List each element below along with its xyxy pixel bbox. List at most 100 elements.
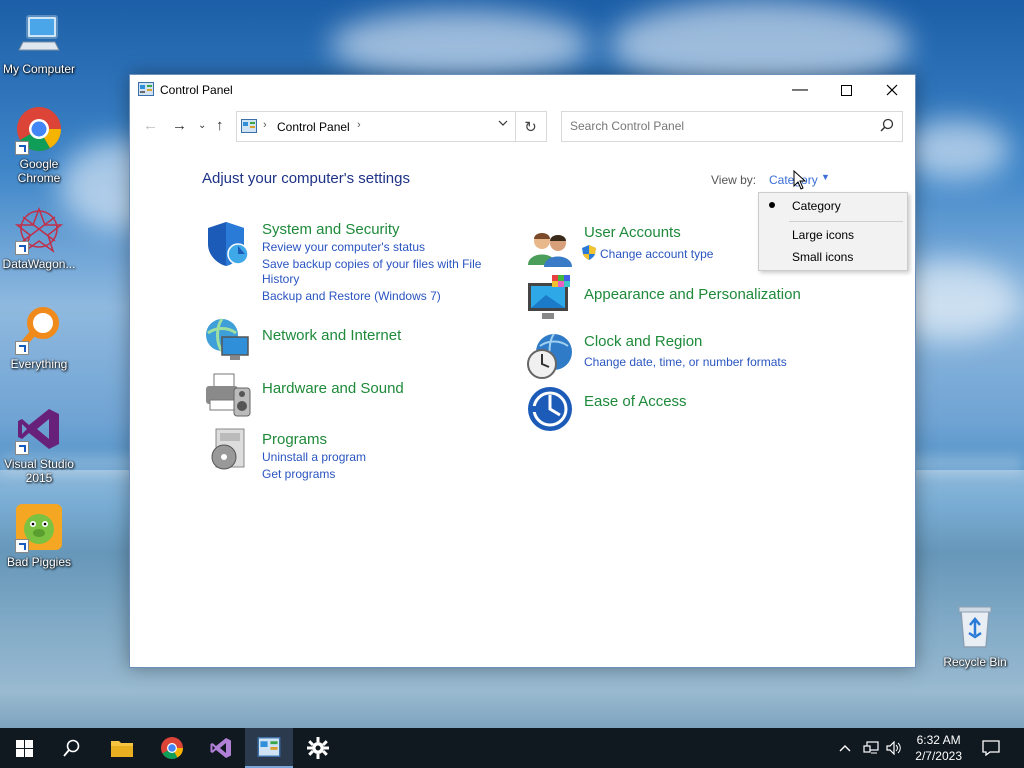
clock-date: 2/7/2023 (915, 749, 962, 763)
close-icon (886, 84, 898, 96)
control-panel-icon (241, 119, 257, 133)
taskbar-settings[interactable] (294, 728, 342, 768)
desktop-icon-everything[interactable]: Everything (0, 305, 79, 371)
address-row: ← → ⌄ ↑ › Control Panel › ↻ (130, 111, 915, 142)
breadcrumb-separator-icon[interactable]: › (263, 119, 267, 131)
clock-globe-icon[interactable] (526, 332, 574, 380)
shortcut-arrow-icon (15, 241, 29, 255)
refresh-button[interactable]: ↻ (515, 112, 545, 141)
breadcrumb-control-panel[interactable]: Control Panel (277, 120, 350, 134)
up-button[interactable]: ↑ (216, 117, 224, 134)
shield-icon[interactable] (204, 220, 252, 268)
chevron-up-icon (839, 745, 851, 752)
chrome-icon (161, 737, 183, 759)
menu-item-large-icons[interactable]: Large icons (792, 228, 854, 242)
start-button[interactable] (0, 728, 48, 768)
title-bar[interactable]: Control Panel — (130, 75, 915, 105)
back-button[interactable]: ← (143, 117, 158, 134)
desktop-icon-bad-piggies[interactable]: Bad Piggies (0, 503, 79, 569)
taskbar-clock[interactable]: 6:32 AM 2/7/2023 (915, 732, 962, 764)
magnifier-icon (15, 305, 63, 355)
address-bar[interactable]: › Control Panel › ↻ (236, 111, 547, 142)
link-uninstall-program[interactable]: Uninstall a program (262, 450, 366, 465)
forward-button[interactable]: → (172, 117, 187, 134)
category-title[interactable]: Appearance and Personalization (584, 286, 801, 303)
desktop-icon-recycle-bin[interactable]: Recycle Bin (935, 603, 1015, 669)
triangle-down-icon[interactable]: ▼ (821, 172, 830, 182)
control-panel-icon (257, 737, 281, 757)
window-title: Control Panel (160, 83, 233, 97)
menu-separator (789, 221, 903, 222)
taskbar-chrome[interactable] (148, 728, 196, 768)
page-heading: Adjust your computer's settings (202, 170, 410, 187)
taskbar-search-button[interactable] (48, 728, 96, 768)
taskbar-control-panel[interactable] (245, 728, 293, 768)
control-panel-window[interactable]: Control Panel — ← → ⌄ ↑ › Control Panel … (129, 74, 916, 668)
breadcrumb-separator-icon[interactable]: › (357, 119, 361, 131)
volume-tray-button[interactable] (886, 728, 902, 768)
shortcut-arrow-icon (15, 539, 29, 553)
clock-time: 6:32 AM (916, 733, 961, 747)
link-change-date-time[interactable]: Change date, time, or number formats (584, 355, 787, 370)
windows-logo-icon (15, 739, 33, 757)
visual-studio-icon (15, 405, 63, 455)
network-tray-button[interactable] (863, 728, 879, 768)
recycle-bin-icon (951, 603, 999, 651)
taskbar: 6:32 AM 2/7/2023 (0, 728, 1024, 768)
desktop-icon-visual-studio[interactable]: Visual Studio 2015 (0, 405, 79, 485)
desktop-icon-datawagon[interactable]: DataWagon... (0, 205, 79, 271)
category-title[interactable]: Ease of Access (584, 393, 687, 410)
control-panel-icon (138, 82, 154, 96)
desktop-icon-my-computer[interactable]: My Computer (0, 10, 79, 76)
maximize-button[interactable] (823, 75, 869, 105)
category-title[interactable]: Network and Internet (262, 327, 401, 344)
show-hidden-icons-button[interactable] (839, 728, 851, 768)
search-icon[interactable] (880, 118, 894, 132)
ease-of-access-icon[interactable] (526, 385, 574, 433)
link-file-history[interactable]: Save backup copies of your files with Fi… (262, 257, 481, 272)
datawagon-icon (14, 205, 64, 255)
recent-locations-button[interactable]: ⌄ (198, 120, 206, 131)
shortcut-arrow-icon (15, 341, 29, 355)
programs-icon[interactable] (204, 425, 252, 473)
monitor-palette-icon[interactable] (526, 275, 574, 323)
menu-item-category[interactable]: Category (792, 199, 841, 213)
close-button[interactable] (869, 75, 915, 105)
computer-icon (15, 10, 63, 58)
menu-item-small-icons[interactable]: Small icons (792, 250, 853, 264)
view-by-dropdown-menu: Category Large icons Small icons (758, 192, 908, 271)
gear-icon (307, 737, 329, 759)
action-center-button[interactable] (982, 728, 1000, 768)
notification-icon (982, 740, 1000, 756)
link-file-history-cont[interactable]: History (262, 272, 299, 287)
category-title[interactable]: Clock and Region (584, 333, 702, 350)
link-backup-restore[interactable]: Backup and Restore (Windows 7) (262, 289, 441, 304)
maximize-icon (840, 84, 852, 96)
category-title[interactable]: User Accounts (584, 224, 681, 241)
folder-icon (111, 741, 133, 757)
printer-icon[interactable] (204, 370, 252, 418)
link-change-account-type[interactable]: Change account type (600, 247, 713, 262)
shortcut-arrow-icon (15, 141, 29, 155)
link-get-programs[interactable]: Get programs (262, 467, 335, 482)
taskbar-visual-studio[interactable] (197, 728, 245, 768)
selected-bullet-icon (769, 202, 775, 208)
search-icon (63, 739, 80, 757)
minimize-button[interactable]: — (777, 75, 823, 105)
shortcut-arrow-icon (15, 441, 29, 455)
users-icon[interactable] (526, 225, 574, 273)
network-icon (863, 741, 879, 754)
search-box[interactable] (561, 111, 903, 142)
category-title[interactable]: System and Security (262, 221, 400, 238)
category-title[interactable]: Hardware and Sound (262, 380, 404, 397)
desktop-icon-google-chrome[interactable]: Google Chrome (0, 105, 79, 185)
taskbar-file-explorer[interactable] (98, 728, 146, 768)
search-input[interactable] (568, 118, 872, 134)
network-globe-icon[interactable] (204, 315, 252, 363)
address-dropdown-button[interactable] (498, 118, 508, 131)
view-by-label: View by: (711, 173, 757, 187)
chrome-icon (15, 105, 63, 155)
mouse-cursor-icon (793, 170, 807, 190)
category-title[interactable]: Programs (262, 431, 327, 448)
link-review-status[interactable]: Review your computer's status (262, 240, 425, 255)
